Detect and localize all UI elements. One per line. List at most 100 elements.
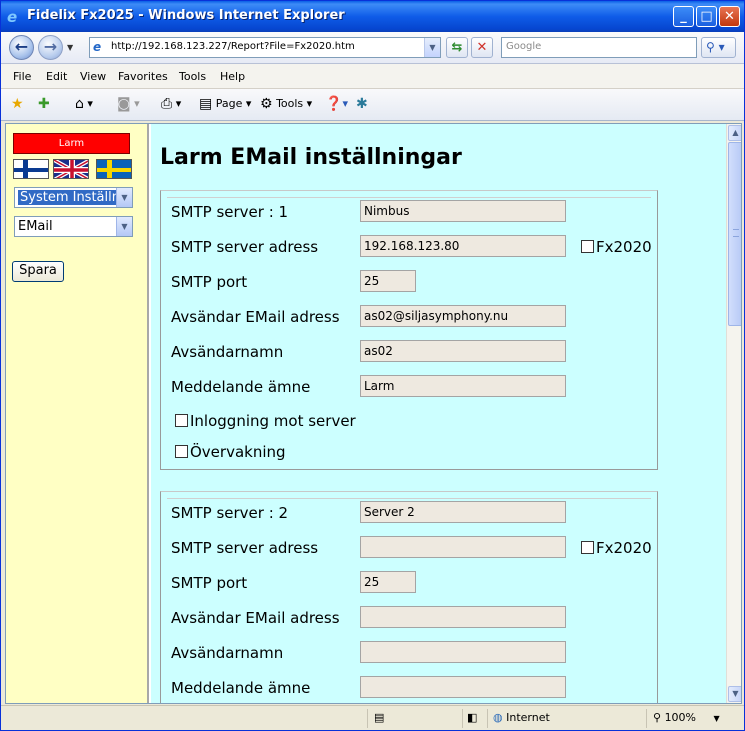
sweden-flag-icon[interactable] xyxy=(96,159,132,179)
menu-view[interactable]: View xyxy=(80,70,106,83)
server-label: SMTP server : 2 xyxy=(171,504,289,522)
server-name-input[interactable]: Server 2 xyxy=(360,501,566,523)
server-address-input[interactable] xyxy=(360,536,566,558)
back-button[interactable]: ← xyxy=(9,35,34,60)
sender-email-input[interactable] xyxy=(360,606,566,628)
page-menu[interactable]: ▤ Page ▾ xyxy=(199,96,251,112)
menu-tools[interactable]: Tools xyxy=(179,70,206,83)
fx2020-checkbox[interactable] xyxy=(581,541,594,554)
menu-edit[interactable]: Edit xyxy=(46,70,67,83)
smtp-server-1-group: SMTP server : 1 Nimbus SMTP server adres… xyxy=(160,190,658,470)
menu-file[interactable]: File xyxy=(13,70,31,83)
page-content: Larm System Inställn. ▼ EMail ▼ Spara La… xyxy=(5,123,742,704)
page-title: Larm EMail inställningar xyxy=(160,145,462,170)
forward-button[interactable]: → xyxy=(38,35,63,60)
sender-email-input[interactable]: as02@siljasymphony.nu xyxy=(360,305,566,327)
menu-help[interactable]: Help xyxy=(220,70,245,83)
vertical-scrollbar[interactable]: ▲ ▼ xyxy=(726,124,741,703)
port-input[interactable]: 25 xyxy=(360,270,416,292)
zone-segment: ◍ Internet xyxy=(487,709,642,728)
main-frame: Larm EMail inställningar SMTP server : 1… xyxy=(151,124,726,703)
port-input[interactable]: 25 xyxy=(360,571,416,593)
sender-name-input[interactable] xyxy=(360,641,566,663)
save-button[interactable]: Spara xyxy=(12,261,64,282)
port-label: SMTP port xyxy=(171,574,248,592)
url-text[interactable]: http://192.168.123.227/Report?File=Fx202… xyxy=(111,41,355,52)
finland-flag-icon[interactable] xyxy=(13,159,49,179)
chevron-down-icon[interactable]: ▼ xyxy=(116,188,132,207)
scroll-down-icon[interactable]: ▼ xyxy=(728,686,741,702)
server-address-row: SMTP server adress 192.168.123.80 Fx2020 xyxy=(171,235,661,259)
zoom-level: 100% xyxy=(664,711,697,724)
smtp-server-2-group: SMTP server : 2 Server 2 SMTP server adr… xyxy=(160,491,658,703)
fx2020-checkbox[interactable] xyxy=(581,240,594,253)
fieldset-inner xyxy=(167,498,651,703)
command-bar: ★ ✚ ⌂ ▾ ◙ ▾ ⎙ ▾ ▤ Page ▾ ⚙ Tools ▾ ❓▾ ✱ xyxy=(1,89,744,121)
fx2020-label: Fx2020 xyxy=(596,539,652,557)
zoom-icon: ⚲ xyxy=(653,711,662,724)
zoom-control[interactable]: ⚲ 100% ▼ xyxy=(646,709,734,728)
chevron-down-icon[interactable]: ▼ xyxy=(116,217,132,236)
minimize-button[interactable]: _ xyxy=(673,6,694,27)
submenu-select-value: EMail xyxy=(18,219,53,234)
submenu-select[interactable]: EMail ▼ xyxy=(14,216,133,237)
help-icon[interactable]: ❓▾ xyxy=(325,96,348,112)
research-icon[interactable]: ✱ xyxy=(356,96,368,112)
address-toolbar: ← → ▼ e http://192.168.123.227/Report?Fi… xyxy=(1,32,744,64)
address-dropdown-icon[interactable]: ▼ xyxy=(424,38,440,57)
status-bar: ▤ ◧ ◍ Internet ⚲ 100% ▼ xyxy=(1,705,744,730)
login-row: Inloggning mot server xyxy=(171,409,471,433)
print-icon[interactable]: ⎙ ▾ xyxy=(161,96,181,112)
left-menu-frame: Larm System Inställn. ▼ EMail ▼ Spara xyxy=(6,124,149,703)
refresh-button[interactable]: ⇆ xyxy=(446,37,468,58)
menu-bar: File Edit View Favorites Tools Help xyxy=(1,64,744,89)
stop-button[interactable]: ✕ xyxy=(471,37,493,58)
gear-icon: ⚙ xyxy=(260,96,273,112)
server-name-input[interactable]: Nimbus xyxy=(360,200,566,222)
menu-select-value: System Inställn. xyxy=(18,190,127,205)
address-bar[interactable]: e http://192.168.123.227/Report?File=Fx2… xyxy=(89,37,441,58)
favorites-star-icon[interactable]: ★ xyxy=(11,96,24,112)
globe-icon: ◍ xyxy=(493,711,503,724)
menu-select[interactable]: System Inställn. ▼ xyxy=(14,187,133,208)
monitoring-checkbox[interactable] xyxy=(175,445,188,458)
monitoring-label: Övervakning xyxy=(190,443,286,461)
address-label: SMTP server adress xyxy=(171,238,319,256)
window-title: Fidelix Fx2025 - Windows Internet Explor… xyxy=(27,8,345,23)
chevron-down-icon[interactable]: ▼ xyxy=(714,714,720,723)
search-input[interactable]: Google xyxy=(501,37,697,58)
subject-label: Meddelande ämne xyxy=(171,378,311,396)
feeds-icon[interactable]: ◙ ▾ xyxy=(117,96,140,112)
login-checkbox[interactable] xyxy=(175,414,188,427)
sender-name-input[interactable]: as02 xyxy=(360,340,566,362)
page-icon: e xyxy=(93,40,102,54)
subject-input[interactable]: Larm xyxy=(360,375,566,397)
status-progress-icon: ▤ xyxy=(367,709,462,728)
browser-window: e Fidelix Fx2025 - Windows Internet Expl… xyxy=(0,0,745,731)
title-bar: e Fidelix Fx2025 - Windows Internet Expl… xyxy=(1,1,744,32)
sender-email-label: Avsändar EMail adress xyxy=(171,609,340,627)
maximize-button[interactable]: □ xyxy=(696,6,717,27)
home-icon[interactable]: ⌂ ▾ xyxy=(75,96,93,112)
login-label: Inloggning mot server xyxy=(190,412,356,430)
subject-label: Meddelande ämne xyxy=(171,679,311,697)
search-placeholder: Google xyxy=(506,41,542,52)
sender-email-label: Avsändar EMail adress xyxy=(171,308,340,326)
alarm-button[interactable]: Larm xyxy=(13,133,130,154)
menu-favorites[interactable]: Favorites xyxy=(118,70,168,83)
fx2020-label: Fx2020 xyxy=(596,238,652,256)
search-button[interactable]: ⚲ ▾ xyxy=(701,37,736,58)
history-dropdown-icon[interactable]: ▼ xyxy=(67,43,73,52)
tools-menu[interactable]: ⚙ Tools ▾ xyxy=(260,96,312,112)
add-favorite-icon[interactable]: ✚ xyxy=(38,96,50,112)
zone-label: Internet xyxy=(506,711,550,724)
uk-flag-icon[interactable] xyxy=(53,159,89,179)
scroll-up-icon[interactable]: ▲ xyxy=(728,125,741,141)
close-button[interactable]: ✕ xyxy=(719,6,740,27)
server-label: SMTP server : 1 xyxy=(171,203,289,221)
server-address-input[interactable]: 192.168.123.80 xyxy=(360,235,566,257)
subject-input[interactable] xyxy=(360,676,566,698)
address-label: SMTP server adress xyxy=(171,539,319,557)
scroll-thumb[interactable] xyxy=(728,142,741,326)
port-label: SMTP port xyxy=(171,273,248,291)
